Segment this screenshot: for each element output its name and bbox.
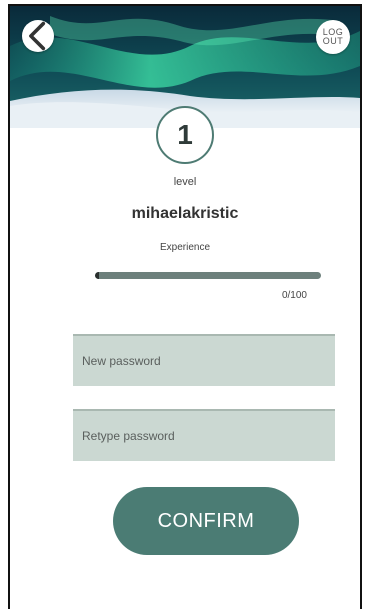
level-badge: 1 bbox=[156, 106, 214, 164]
experience-count: 0/100 bbox=[281, 290, 307, 301]
back-button[interactable] bbox=[22, 20, 54, 52]
retype-password-field-container bbox=[73, 409, 335, 461]
chevron-left-icon bbox=[29, 21, 46, 51]
app-frame: LOG OUT 1 level mihaelakristic Experienc… bbox=[8, 4, 362, 609]
level-label: level bbox=[173, 176, 197, 188]
new-password-field-container bbox=[73, 334, 335, 386]
confirm-button[interactable]: CONFIRM bbox=[113, 487, 299, 555]
new-password-input[interactable] bbox=[73, 354, 335, 368]
experience-progress-start bbox=[95, 272, 99, 279]
logout-button[interactable]: LOG OUT bbox=[316, 20, 350, 54]
retype-password-input[interactable] bbox=[73, 429, 335, 443]
experience-progress-bar bbox=[95, 272, 321, 279]
experience-label: Experience bbox=[159, 242, 211, 253]
username: mihaelakristic bbox=[131, 205, 239, 222]
